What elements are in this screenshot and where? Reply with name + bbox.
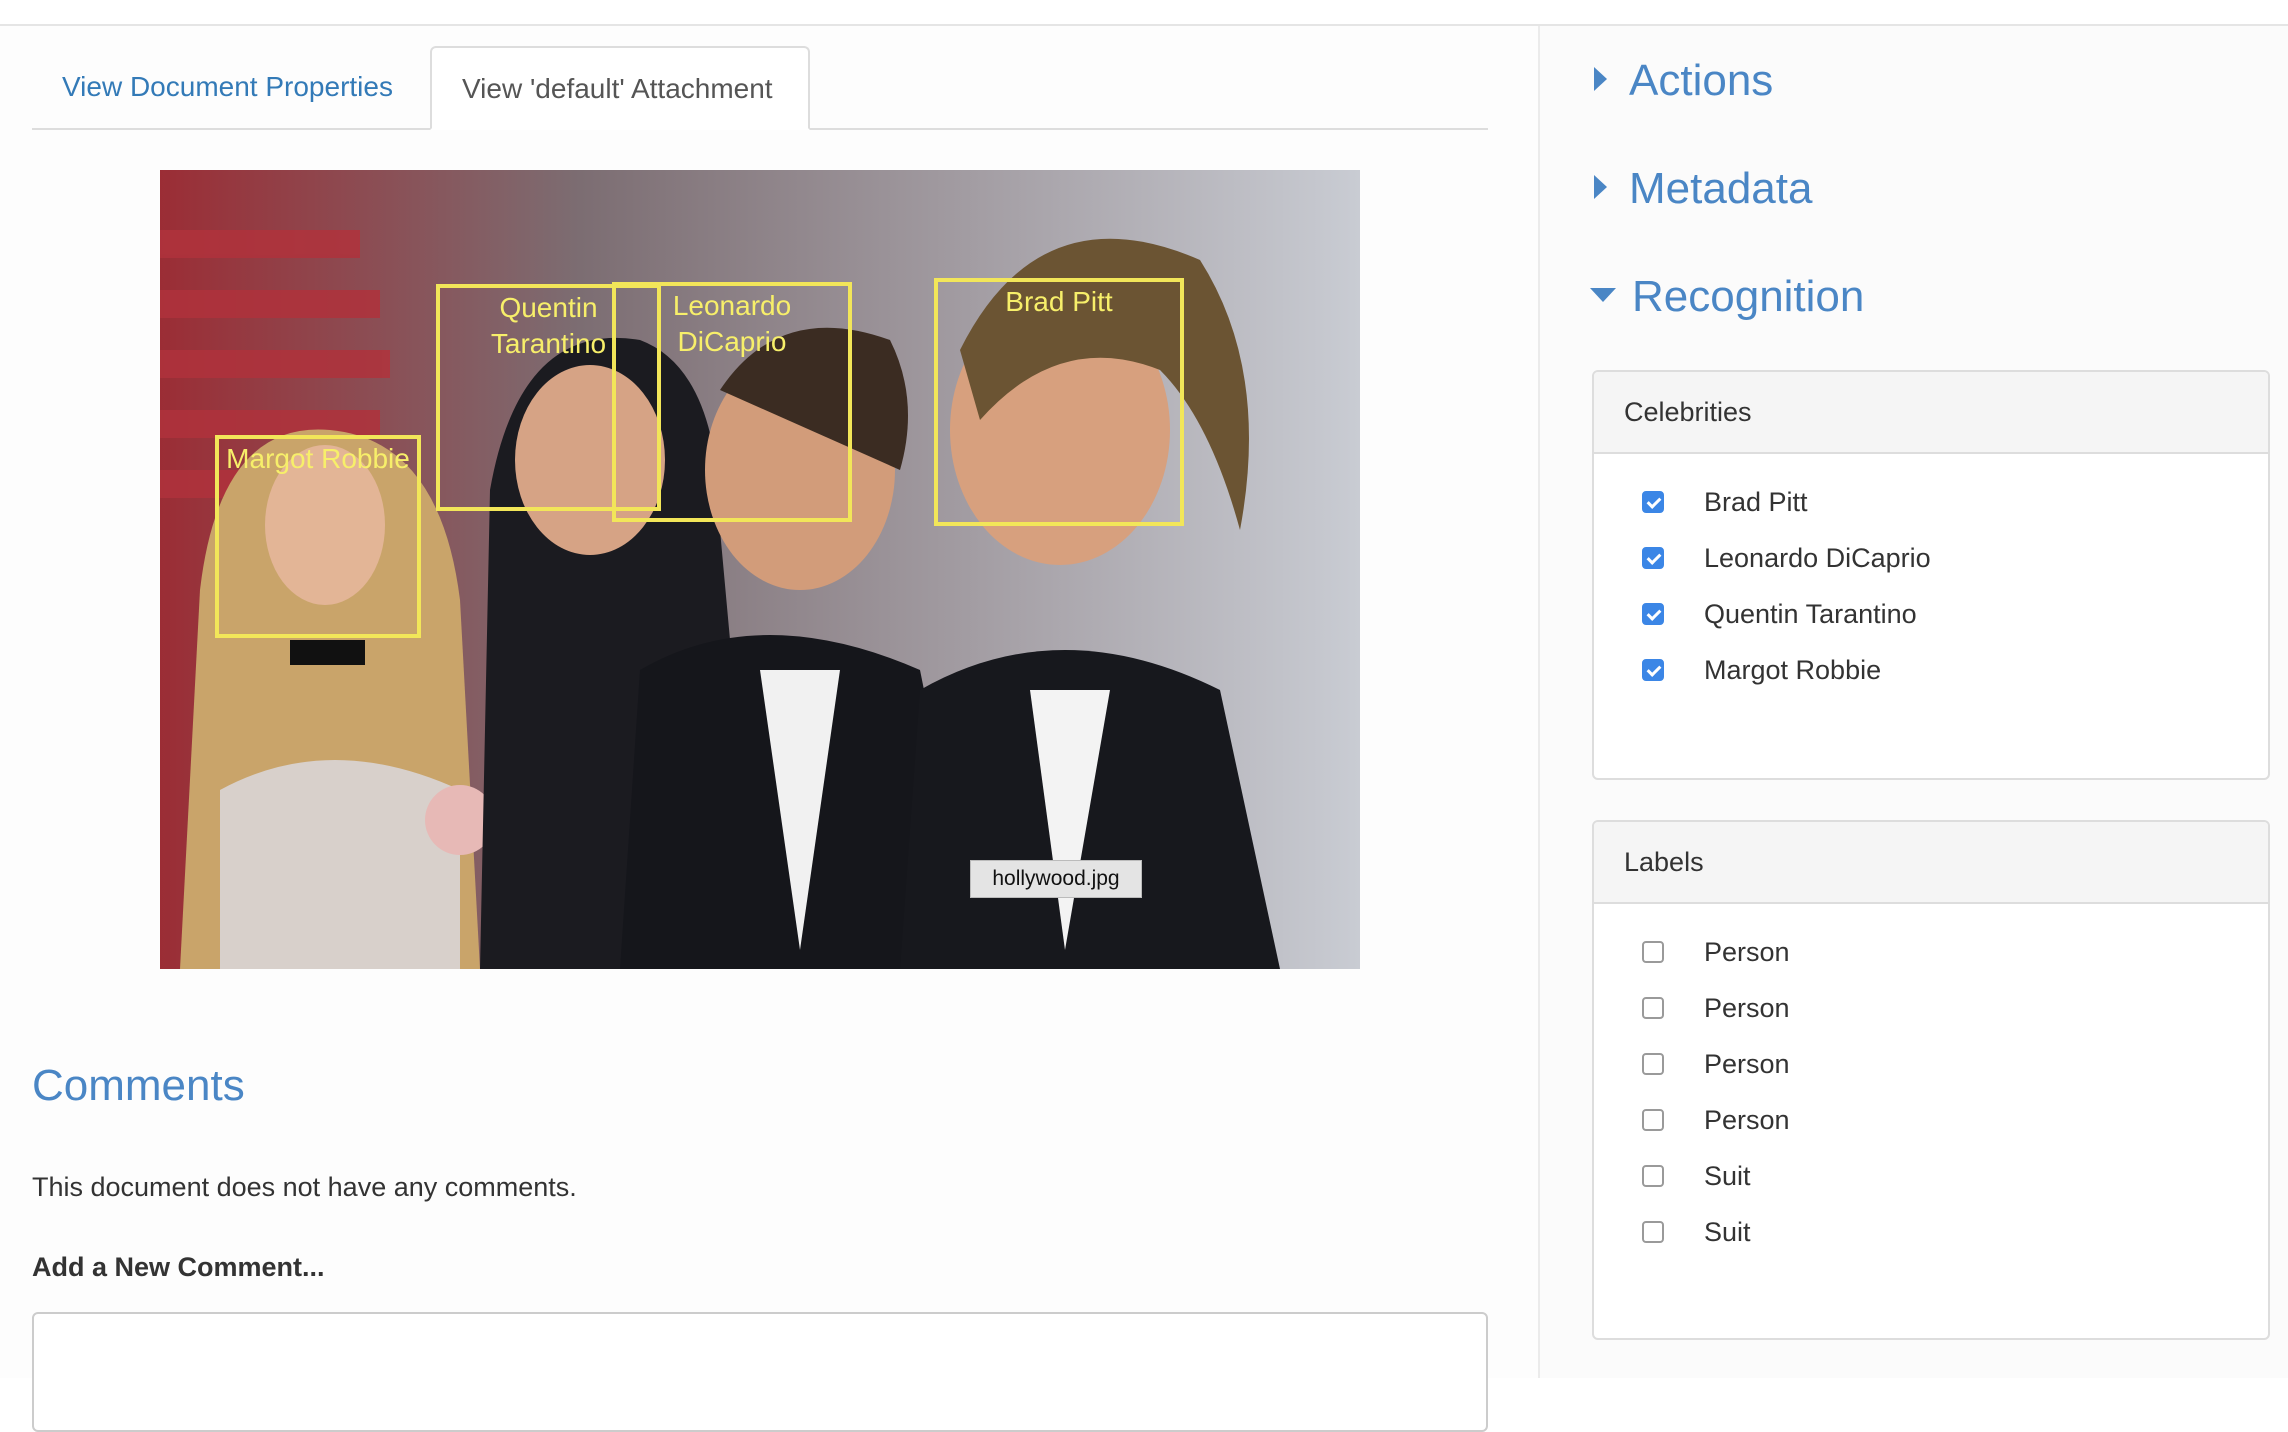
celebrity-margot-robbie[interactable]: Margot Robbie xyxy=(1642,650,1881,690)
celebrity-label: Brad Pitt xyxy=(1704,486,1808,517)
comment-textarea[interactable] xyxy=(32,1312,1488,1432)
actions-label: Actions xyxy=(1629,56,1774,105)
celebrity-label: Quentin Tarantino xyxy=(1704,598,1917,629)
celebrity-brad-pitt[interactable]: Brad Pitt xyxy=(1642,482,1808,522)
label-text: Person xyxy=(1704,992,1790,1023)
face-box-brad-pitt[interactable]: Brad Pitt xyxy=(934,278,1184,526)
face-box-margot-robbie[interactable]: Margot Robbie xyxy=(215,435,421,638)
main-content: View Document Properties View 'default' … xyxy=(0,26,1538,1432)
tab-document-properties[interactable]: View Document Properties xyxy=(32,46,430,128)
face-label: Leonardo DiCaprio xyxy=(672,290,792,357)
add-comment-label: Add a New Comment... xyxy=(32,1252,325,1282)
sidebar: Actions Metadata Recognition Celebrities… xyxy=(1538,26,2288,1378)
checkbox-unchecked[interactable] xyxy=(1642,1165,1664,1187)
comments-heading: Comments xyxy=(32,1061,245,1110)
celebrities-panel-title: Celebrities xyxy=(1594,372,2268,454)
no-comments-text: This document does not have any comments… xyxy=(32,1172,577,1202)
face-label: Brad Pitt xyxy=(1005,286,1113,317)
celebrity-label: Margot Robbie xyxy=(1704,654,1882,685)
tab-default-attachment[interactable]: View 'default' Attachment xyxy=(430,46,810,130)
checkbox-checked[interactable] xyxy=(1642,659,1664,681)
checkbox-checked[interactable] xyxy=(1642,547,1664,569)
label-item[interactable]: Person xyxy=(1642,932,1790,972)
metadata-toggle[interactable]: Metadata xyxy=(1594,164,1812,214)
label-text: Suit xyxy=(1704,1216,1751,1247)
checkbox-unchecked[interactable] xyxy=(1642,1221,1664,1243)
caret-down-icon xyxy=(1590,288,1616,303)
label-item[interactable]: Suit xyxy=(1642,1212,1751,1252)
celebrity-quentin-tarantino[interactable]: Quentin Tarantino xyxy=(1642,594,1917,634)
checkbox-checked[interactable] xyxy=(1642,491,1664,513)
label-text: Person xyxy=(1704,936,1790,967)
label-text: Person xyxy=(1704,1048,1790,1079)
attachment-image[interactable]: Quentin Tarantino Leonardo DiCaprio Brad… xyxy=(160,170,1360,969)
caret-right-icon xyxy=(1594,67,1607,92)
labels-panel: Labels Person Person Person Person Suit … xyxy=(1592,820,2270,1340)
tab-bar: View Document Properties View 'default' … xyxy=(32,46,1488,130)
actions-toggle[interactable]: Actions xyxy=(1594,56,1773,106)
metadata-label: Metadata xyxy=(1629,164,1813,213)
celebrity-label: Leonardo DiCaprio xyxy=(1704,542,1931,573)
checkbox-unchecked[interactable] xyxy=(1642,941,1664,963)
label-text: Suit xyxy=(1704,1160,1751,1191)
top-border xyxy=(0,0,2288,26)
label-item[interactable]: Person xyxy=(1642,1044,1790,1084)
label-item[interactable]: Person xyxy=(1642,1100,1790,1140)
label-item[interactable]: Suit xyxy=(1642,1156,1751,1196)
filename-tooltip: hollywood.jpg xyxy=(970,860,1142,898)
checkbox-unchecked[interactable] xyxy=(1642,997,1664,1019)
face-box-leonardo-dicaprio[interactable]: Leonardo DiCaprio xyxy=(612,282,852,522)
celebrity-leonardo-dicaprio[interactable]: Leonardo DiCaprio xyxy=(1642,538,1931,578)
label-item[interactable]: Person xyxy=(1642,988,1790,1028)
checkbox-unchecked[interactable] xyxy=(1642,1109,1664,1131)
label-text: Person xyxy=(1704,1104,1790,1135)
celebrities-panel: Celebrities Brad Pitt Leonardo DiCaprio … xyxy=(1592,370,2270,780)
labels-panel-title: Labels xyxy=(1594,822,2268,904)
recognition-label: Recognition xyxy=(1632,272,1865,321)
checkbox-unchecked[interactable] xyxy=(1642,1053,1664,1075)
caret-right-icon xyxy=(1594,175,1607,200)
checkbox-checked[interactable] xyxy=(1642,603,1664,625)
face-label: Margot Robbie xyxy=(226,443,410,474)
recognition-toggle[interactable]: Recognition xyxy=(1590,272,1864,322)
